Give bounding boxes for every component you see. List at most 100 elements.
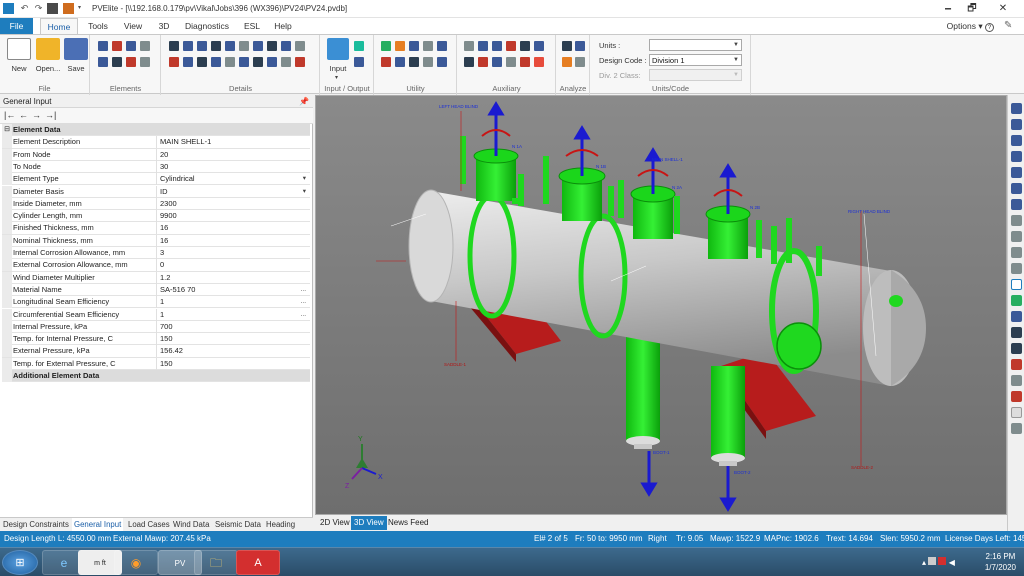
- output-icon[interactable]: [354, 41, 364, 51]
- print-icon[interactable]: [1011, 407, 1022, 418]
- fly-icon[interactable]: [1011, 311, 1022, 322]
- view-top-icon[interactable]: [1011, 167, 1022, 178]
- property-value[interactable]: 9900: [160, 210, 306, 222]
- report-icon[interactable]: [354, 57, 364, 67]
- view-left-icon[interactable]: [1011, 135, 1022, 146]
- browse-button[interactable]: ...: [301, 309, 306, 321]
- category-toggle-icon[interactable]: ⊟: [2, 124, 12, 136]
- nozzle-icon[interactable]: [183, 41, 193, 51]
- browse-button[interactable]: ...: [301, 296, 306, 308]
- aux-tool-7-icon[interactable]: [464, 57, 474, 67]
- utility-tool-1-icon[interactable]: [381, 41, 391, 51]
- property-value[interactable]: 1.2: [160, 272, 306, 284]
- liquid-icon[interactable]: [281, 41, 291, 51]
- redo-icon[interactable]: ↷: [33, 3, 44, 14]
- skirt-element-icon[interactable]: [98, 57, 108, 67]
- settings-icon[interactable]: [1011, 423, 1022, 434]
- weight-icon[interactable]: [197, 41, 207, 51]
- clock[interactable]: 2:16 PM 1/7/2020: [985, 551, 1016, 573]
- property-value[interactable]: 0: [160, 259, 306, 271]
- new-file-icon[interactable]: [7, 38, 31, 60]
- property-value[interactable]: 20: [160, 149, 306, 161]
- property-category[interactable]: Additional Element Data: [2, 370, 310, 383]
- split-element-icon[interactable]: [140, 57, 150, 67]
- save-disk-icon[interactable]: [64, 38, 88, 60]
- utility-tool-10-icon[interactable]: [437, 57, 447, 67]
- property-value[interactable]: 2300: [160, 198, 306, 210]
- tab-home[interactable]: Home: [40, 18, 78, 34]
- aux-tool-8-icon[interactable]: [478, 57, 488, 67]
- start-button[interactable]: ⊞: [2, 550, 38, 575]
- tab-file[interactable]: File: [0, 18, 33, 34]
- undo-icon[interactable]: ↶: [19, 3, 30, 14]
- acrobat-icon[interactable]: A: [236, 550, 280, 575]
- tab-3d-view[interactable]: 3D View: [351, 516, 387, 530]
- aux-tool-11-icon[interactable]: [520, 57, 530, 67]
- tab-tools[interactable]: Tools: [83, 18, 113, 34]
- insulation-icon[interactable]: [295, 41, 305, 51]
- customize-quick-access-icon[interactable]: ▾: [78, 3, 89, 14]
- leg-icon[interactable]: [197, 57, 207, 67]
- open-quick-icon[interactable]: [63, 3, 74, 14]
- tab-news-feed[interactable]: News Feed: [385, 516, 431, 530]
- flange-element-icon[interactable]: [140, 41, 150, 51]
- dropdown-arrow-icon[interactable]: ▾: [303, 173, 306, 185]
- tab-heading[interactable]: Heading: [266, 518, 295, 532]
- units-dropdown[interactable]: ▼: [649, 39, 742, 51]
- tab-design-constraints[interactable]: Design Constraints: [3, 518, 69, 532]
- halfpipe-icon[interactable]: [211, 57, 221, 67]
- lining-icon[interactable]: [225, 57, 235, 67]
- pan-icon[interactable]: [1011, 263, 1022, 274]
- property-value[interactable]: 150: [160, 358, 306, 370]
- select-icon[interactable]: [1011, 327, 1022, 338]
- tab-seismic-data[interactable]: Seismic Data: [215, 518, 261, 532]
- tab-esl[interactable]: ESL: [239, 18, 265, 34]
- property-value[interactable]: MAIN SHELL-1: [160, 136, 306, 148]
- property-value[interactable]: 156.42: [160, 345, 306, 357]
- 3d-viewport[interactable]: LEFT HEAD BLIND MAIN SHELL-1 RIGHT HEAD …: [315, 95, 1007, 515]
- property-value[interactable]: ID: [160, 186, 306, 198]
- cylinder-element-icon[interactable]: [98, 41, 108, 51]
- tray-icon[interactable]: [183, 57, 193, 67]
- tab-2d-view[interactable]: 2D View: [317, 516, 353, 530]
- tray-arrow-icon[interactable]: ▴: [922, 558, 926, 567]
- aux-tool-12-icon[interactable]: [534, 57, 544, 67]
- network-icon[interactable]: [928, 557, 937, 565]
- first-element-button[interactable]: |←: [4, 110, 15, 120]
- head-element-icon[interactable]: [126, 41, 136, 51]
- aux-tool-5-icon[interactable]: [520, 41, 530, 51]
- design-code-dropdown[interactable]: Division 1 ▼: [649, 54, 742, 66]
- body-flange-icon[interactable]: [253, 57, 263, 67]
- aux-tool-10-icon[interactable]: [506, 57, 516, 67]
- input-icon[interactable]: [327, 38, 349, 60]
- aux-tool-2-icon[interactable]: [478, 41, 488, 51]
- browse-button[interactable]: ...: [301, 284, 306, 296]
- utility-tool-7-icon[interactable]: [395, 57, 405, 67]
- error-check-icon[interactable]: [562, 57, 572, 67]
- analyze-icon[interactable]: [562, 41, 572, 51]
- force-moment-icon[interactable]: [211, 41, 221, 51]
- view-front-icon[interactable]: [1011, 103, 1022, 114]
- ring-icon[interactable]: [239, 57, 249, 67]
- tubesheet-icon[interactable]: [267, 57, 277, 67]
- property-value[interactable]: 150: [160, 333, 306, 345]
- property-value[interactable]: 16: [160, 235, 306, 247]
- property-value[interactable]: 1: [160, 309, 306, 321]
- packing-icon[interactable]: [239, 41, 249, 51]
- section-icon[interactable]: [1011, 375, 1022, 386]
- property-value[interactable]: 700: [160, 321, 306, 333]
- minimize-button[interactable]: 🗕: [937, 2, 959, 16]
- tab-3d[interactable]: 3D: [153, 18, 175, 34]
- measure-icon[interactable]: [1011, 343, 1022, 354]
- review-icon[interactable]: [575, 57, 585, 67]
- zoom-icon[interactable]: [1011, 215, 1022, 226]
- orbit-icon[interactable]: [1011, 279, 1022, 290]
- tab-diagnostics[interactable]: Diagnostics: [181, 18, 233, 34]
- zoom-window-icon[interactable]: [1011, 247, 1022, 258]
- render-icon[interactable]: [1011, 391, 1022, 402]
- utility-tool-4-icon[interactable]: [423, 41, 433, 51]
- view-back-icon[interactable]: [1011, 119, 1022, 130]
- delete-element-icon[interactable]: [126, 57, 136, 67]
- utility-tool-9-icon[interactable]: [423, 57, 433, 67]
- save-quick-icon[interactable]: [47, 3, 58, 14]
